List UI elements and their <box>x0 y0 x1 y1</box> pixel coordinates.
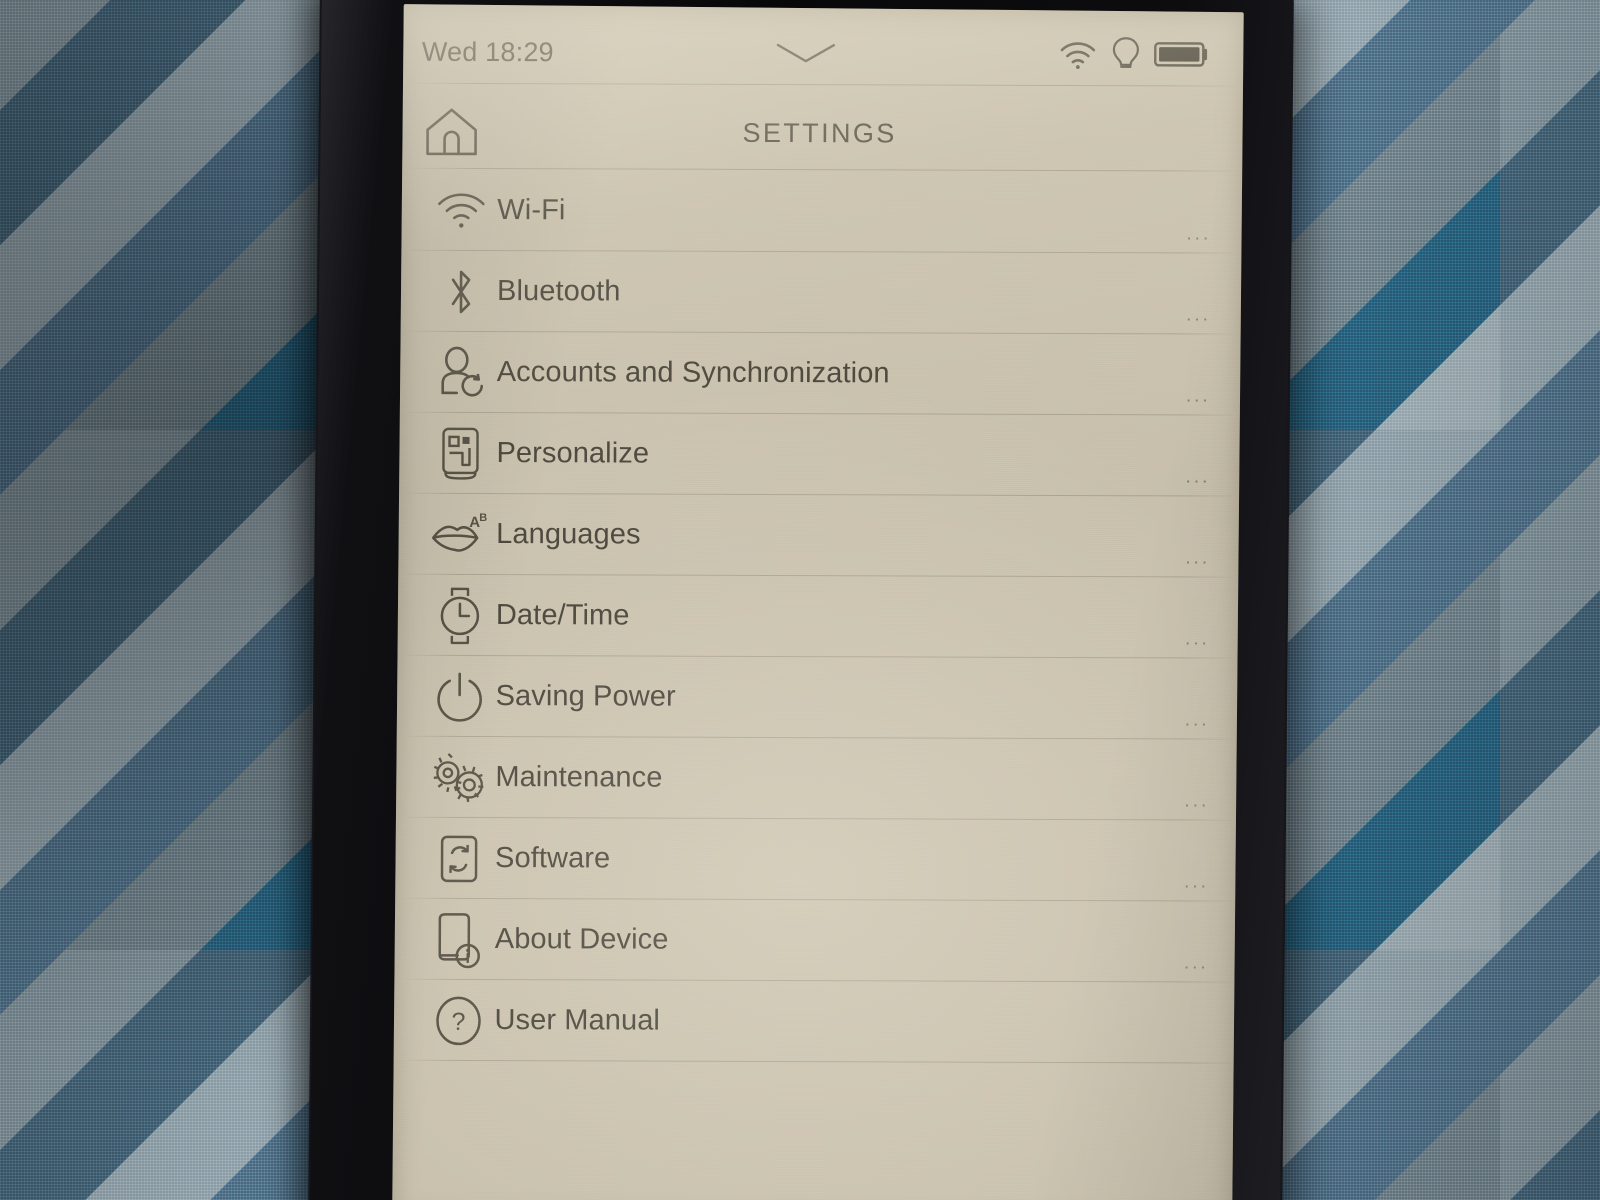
watch-clock-icon <box>424 585 496 645</box>
lips-language-icon: A B <box>424 510 496 558</box>
device-info-icon <box>423 910 495 968</box>
more-indicator[interactable]: ... <box>1184 790 1209 812</box>
settings-item-label: Date/Time <box>495 599 630 632</box>
software-refresh-icon <box>423 831 495 885</box>
settings-item-label: About Device <box>494 923 669 956</box>
battery-icon <box>1154 39 1210 69</box>
wifi-icon <box>425 189 497 231</box>
settings-list: Wi-Fi ... Bluetooth ... Accounts and Syn… <box>396 170 1239 1064</box>
settings-item-software[interactable]: Software ... <box>397 818 1237 902</box>
account-sync-icon <box>425 345 497 399</box>
more-indicator[interactable]: ... <box>1186 223 1211 245</box>
settings-item-bluetooth[interactable]: Bluetooth ... <box>399 251 1239 335</box>
settings-item-label: Software <box>495 842 611 875</box>
settings-item-label: Wi-Fi <box>497 194 566 227</box>
more-indicator[interactable]: ... <box>1186 466 1211 488</box>
page-title: SETTINGS <box>742 117 897 148</box>
settings-item-about-device[interactable]: About Device ... <box>397 899 1237 983</box>
more-indicator[interactable]: ... <box>1186 304 1211 326</box>
settings-item-label: Languages <box>496 518 641 551</box>
more-indicator[interactable]: ... <box>1185 709 1210 731</box>
home-icon[interactable] <box>424 106 480 158</box>
more-indicator[interactable]: ... <box>1185 547 1210 569</box>
settings-item-label: User Manual <box>494 1004 661 1037</box>
power-icon <box>424 670 496 722</box>
ereader-device: Wed 18:29 SETTINGS Wi-Fi ... Bluetooth .… <box>310 0 1292 1200</box>
settings-item-accounts-and-synchronization[interactable]: Accounts and Synchronization ... <box>399 332 1239 416</box>
svg-text:B: B <box>479 511 487 523</box>
wifi-icon[interactable] <box>1058 38 1098 70</box>
settings-item-label: Personalize <box>496 437 650 470</box>
settings-item-label: Accounts and Synchronization <box>496 356 890 390</box>
pull-down-handle[interactable] <box>554 39 1058 67</box>
more-indicator[interactable]: ... <box>1186 385 1211 407</box>
settings-item-date-time[interactable]: Date/Time ... <box>398 575 1238 659</box>
settings-item-languages[interactable]: A B Languages ... <box>398 494 1238 578</box>
more-indicator[interactable]: ... <box>1184 871 1209 893</box>
more-indicator[interactable]: ... <box>1184 952 1209 974</box>
eink-screen[interactable]: Wed 18:29 SETTINGS Wi-Fi ... Bluetooth .… <box>392 4 1244 1200</box>
settings-item-label: Bluetooth <box>496 275 621 308</box>
title-bar: SETTINGS <box>399 95 1239 172</box>
settings-item-personalize[interactable]: Personalize ... <box>398 413 1238 497</box>
home-button[interactable] <box>422 106 482 158</box>
more-indicator[interactable]: ... <box>1185 628 1210 650</box>
settings-item-label: Saving Power <box>495 680 676 713</box>
settings-item-wi-fi[interactable]: Wi-Fi ... <box>399 170 1239 254</box>
chevron-down-icon[interactable] <box>775 40 837 66</box>
frontlight-bulb-icon[interactable] <box>1112 36 1140 72</box>
gears-icon <box>423 749 495 805</box>
status-bar: Wed 18:29 <box>400 21 1240 87</box>
settings-item-user-manual[interactable]: ? User Manual <box>396 980 1236 1064</box>
personalize-device-icon <box>424 425 496 481</box>
svg-text:?: ? <box>451 1007 465 1035</box>
row-divider <box>406 1059 1231 1064</box>
status-time: Wed 18:29 <box>421 36 554 67</box>
settings-item-label: Maintenance <box>495 761 663 794</box>
settings-item-saving-power[interactable]: Saving Power ... <box>397 656 1237 740</box>
bluetooth-icon <box>425 265 497 317</box>
question-circle-icon: ? <box>422 993 494 1047</box>
statusbar-divider <box>409 82 1234 87</box>
settings-item-maintenance[interactable]: Maintenance ... <box>397 737 1237 821</box>
status-icons <box>1058 36 1210 73</box>
photograph-of-ereader: Wed 18:29 SETTINGS Wi-Fi ... Bluetooth .… <box>0 0 1600 1200</box>
